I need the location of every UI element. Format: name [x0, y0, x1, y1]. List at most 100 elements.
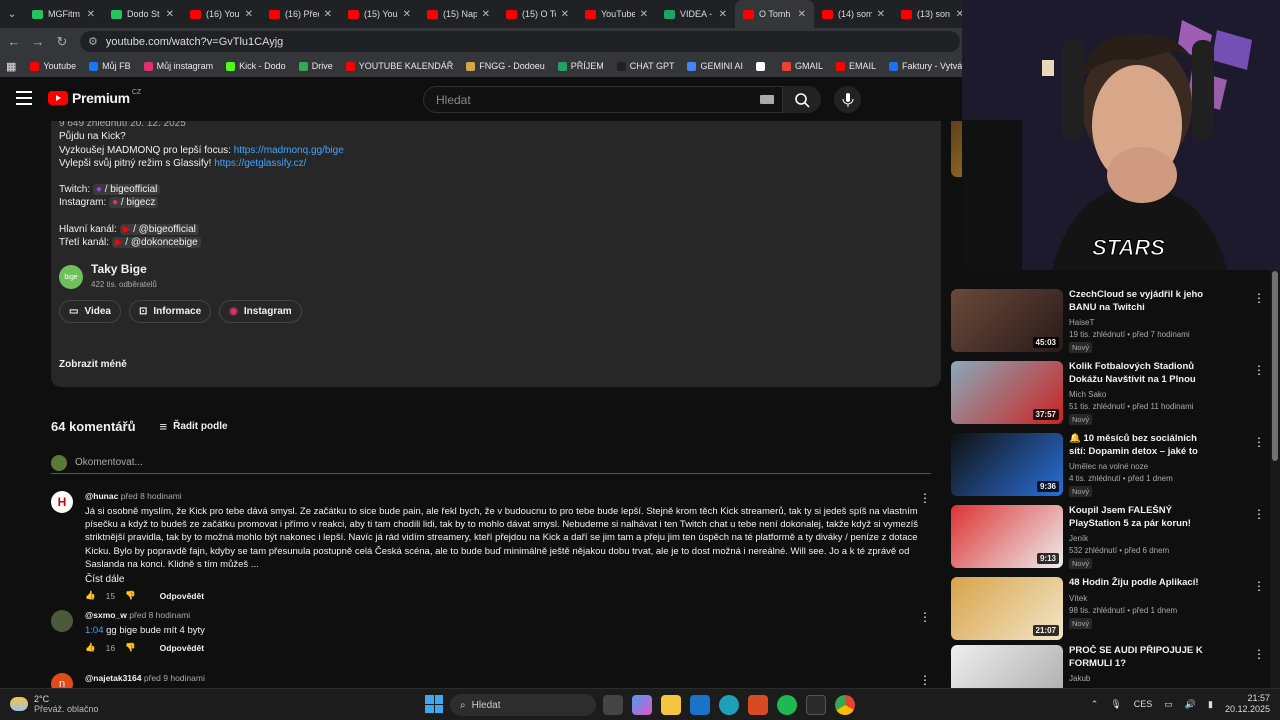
apps-icon[interactable]: ▦: [6, 60, 16, 73]
weather-widget[interactable]: 2°C Převáž. oblačno: [10, 694, 99, 714]
comment-time[interactable]: před 8 hodinami: [129, 610, 190, 620]
more-options-icon[interactable]: ⋮: [1253, 291, 1265, 305]
recommended-video[interactable]: PROČ SE AUDI PŘIPOJUJE K FORMULI 1? Jaku…: [951, 645, 1271, 688]
browser-tab[interactable]: (14) som ✕: [814, 0, 893, 28]
comment-author[interactable]: @najetak3164: [85, 673, 142, 683]
bookmark-item[interactable]: Drive: [298, 61, 333, 71]
comment-avatar[interactable]: n: [51, 673, 73, 688]
more-options-icon[interactable]: ⋮: [919, 610, 931, 624]
close-tab-icon[interactable]: ✕: [324, 9, 332, 20]
task-view-icon[interactable]: [603, 695, 623, 715]
battery-icon[interactable]: ▮: [1208, 699, 1213, 710]
close-tab-icon[interactable]: ✕: [719, 9, 727, 20]
browser-tab[interactable]: Dodo St ✕: [103, 0, 182, 28]
keyboard-icon[interactable]: [760, 95, 774, 104]
video-channel[interactable]: Vítek: [1069, 594, 1204, 603]
close-tab-icon[interactable]: ✕: [482, 9, 490, 20]
comment-author[interactable]: @hunac: [85, 491, 118, 501]
menu-icon[interactable]: [16, 91, 32, 105]
dislike-icon[interactable]: 👎: [125, 590, 136, 601]
channel-card[interactable]: bige Taky Bige 422 tis. odběratelů: [59, 262, 157, 292]
description-box[interactable]: 9 649 zhlédnutí 20. 12. 2025 Půjdu na Ki…: [51, 121, 941, 387]
browser-tab[interactable]: (16) Před ✕: [261, 0, 340, 28]
channel-name[interactable]: Taky Bige: [91, 262, 157, 276]
bookmark-item[interactable]: Můj instagram: [143, 61, 213, 71]
voice-search-button[interactable]: [834, 86, 861, 113]
like-icon[interactable]: 👍: [85, 642, 96, 653]
instagram-button[interactable]: ◉ Instagram: [219, 300, 302, 323]
youtube-logo[interactable]: Premium CZ: [48, 89, 141, 106]
recommended-video[interactable]: 21:07 48 Hodin Žiju podle Aplikací! Víte…: [951, 577, 1271, 641]
bookmark-item[interactable]: GEMINI AI: [687, 61, 743, 71]
site-info-icon[interactable]: ⚙: [88, 35, 98, 48]
more-options-icon[interactable]: ⋮: [1253, 435, 1265, 449]
close-tab-icon[interactable]: ✕: [166, 9, 174, 20]
video-channel[interactable]: Jeník: [1069, 534, 1204, 543]
outlook-icon[interactable]: [690, 695, 710, 715]
recommended-video[interactable]: 45:03 CzechCloud se vyjádřil k jeho BANU…: [951, 289, 1271, 353]
reload-button[interactable]: ↻: [50, 34, 74, 50]
file-explorer-icon[interactable]: [661, 695, 681, 715]
more-options-icon[interactable]: ⋮: [1253, 647, 1265, 661]
close-tab-icon[interactable]: ✕: [245, 9, 253, 20]
terminal-icon[interactable]: [806, 695, 826, 715]
video-channel[interactable]: Jakub: [1069, 674, 1204, 683]
close-tab-icon[interactable]: ✕: [87, 9, 95, 20]
video-thumbnail[interactable]: [951, 645, 1063, 688]
bookmark-item[interactable]: CHAT GPT: [616, 61, 674, 71]
show-less-button[interactable]: Zobrazit méně: [59, 358, 127, 371]
comment-avatar[interactable]: [51, 610, 73, 632]
bookmark-item[interactable]: [755, 61, 769, 71]
video-title[interactable]: 🔔 10 měsíců bez sociálních sítí: Dopamin…: [1069, 433, 1204, 458]
browser-tab[interactable]: (15) Nap ✕: [419, 0, 498, 28]
like-icon[interactable]: 👍: [85, 590, 96, 601]
instagram-link[interactable]: ● / bigecz: [109, 197, 159, 209]
address-bar[interactable]: ⚙ youtube.com/watch?v=GvTlu1CAyjg: [80, 31, 960, 52]
twitch-link[interactable]: ● / bigeofficial: [92, 184, 161, 196]
video-thumbnail[interactable]: 21:07: [951, 577, 1063, 640]
read-more-button[interactable]: Číst dále: [85, 574, 940, 585]
bookmark-item[interactable]: PŘÍJEM: [557, 61, 604, 71]
browser-tab[interactable]: (13) son ✕: [893, 0, 972, 28]
recommended-video[interactable]: 37:57 Kolik Fotbalových Stadionů Dokážu …: [951, 361, 1271, 425]
video-title[interactable]: 48 Hodin Žiju podle Aplikací!: [1069, 577, 1204, 590]
video-channel[interactable]: Umělec na volné noze: [1069, 462, 1204, 471]
video-channel[interactable]: HaiseT: [1069, 318, 1204, 327]
sort-button[interactable]: ≡ Řadit podle: [160, 419, 228, 434]
madmonq-link[interactable]: https://madmonq.gg/bige: [234, 145, 344, 156]
reply-button[interactable]: Odpovědět: [160, 591, 204, 601]
browser-tab[interactable]: (15) O To ✕: [498, 0, 577, 28]
close-tab-icon[interactable]: ✕: [877, 9, 885, 20]
video-thumbnail[interactable]: 37:57: [951, 361, 1063, 424]
start-button[interactable]: [425, 695, 443, 713]
video-title[interactable]: CzechCloud se vyjádřil k jeho BANU na Tw…: [1069, 289, 1204, 314]
comment-avatar[interactable]: H: [51, 491, 73, 513]
third-channel-link[interactable]: ▶ / @dokoncebige: [111, 237, 201, 249]
bookmark-item[interactable]: EMAIL: [836, 61, 876, 71]
recording-app-icon[interactable]: [748, 695, 768, 715]
edge-icon[interactable]: [719, 695, 739, 715]
add-comment-input[interactable]: Okomentovat...: [51, 452, 931, 474]
browser-tab[interactable]: VIDEA - ✕: [656, 0, 735, 28]
channel-avatar[interactable]: bige: [59, 265, 83, 290]
more-options-icon[interactable]: ⋮: [919, 491, 931, 505]
video-thumbnail[interactable]: 45:03: [951, 289, 1063, 352]
tab-search-button[interactable]: ⌄: [0, 0, 24, 28]
more-options-icon[interactable]: ⋮: [919, 673, 931, 687]
close-tab-icon[interactable]: ✕: [640, 9, 648, 20]
bookmark-item[interactable]: Můj FB: [89, 61, 131, 71]
video-title[interactable]: PROČ SE AUDI PŘIPOJUJE K FORMULI 1?: [1069, 645, 1204, 670]
network-icon[interactable]: ▭: [1164, 699, 1173, 710]
main-channel-link[interactable]: ▶ / @bigeofficial: [119, 223, 199, 235]
copilot-icon[interactable]: [632, 695, 652, 715]
close-tab-icon[interactable]: ✕: [561, 9, 569, 20]
browser-tab[interactable]: O Tomh ✕: [735, 0, 814, 28]
browser-tab[interactable]: (15) YouT ✕: [340, 0, 419, 28]
recommended-video[interactable]: 9:13 Koupil Jsem FALEŠNÝ PlayStation 5 z…: [951, 505, 1271, 569]
browser-tab[interactable]: YouTube ✕: [577, 0, 656, 28]
chrome-icon[interactable]: [835, 695, 855, 715]
info-button[interactable]: ⊡ Informace: [128, 300, 212, 323]
more-options-icon[interactable]: ⋮: [1253, 507, 1265, 521]
comment-time[interactable]: před 8 hodinami: [121, 491, 182, 501]
videos-button[interactable]: ▭ Videa: [59, 300, 121, 323]
